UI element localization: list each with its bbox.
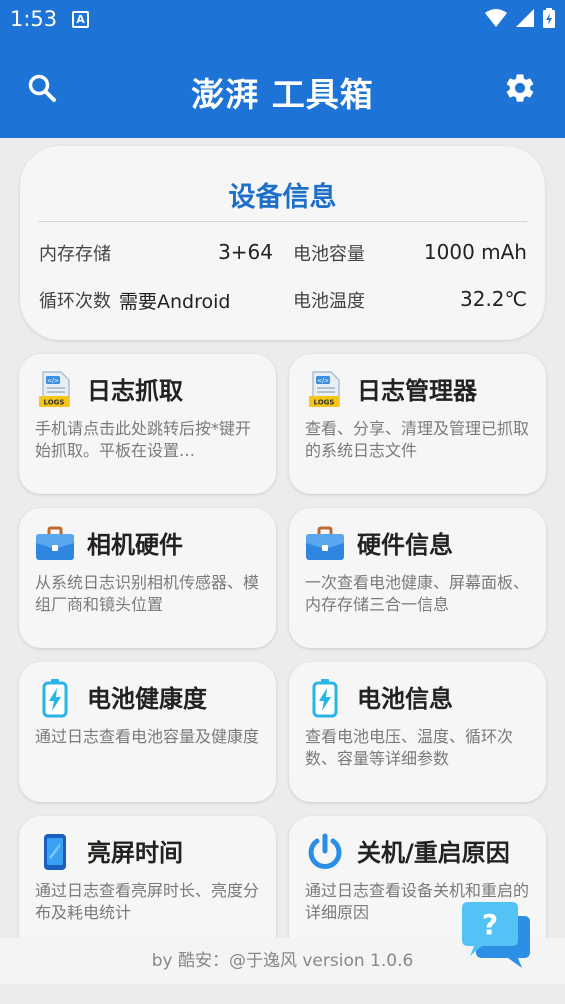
gear-icon <box>506 74 534 102</box>
briefcase-icon <box>35 524 75 564</box>
notification-icon: A <box>72 11 89 28</box>
briefcase-icon <box>305 524 345 564</box>
tile-title: 电池健康度 <box>87 685 207 713</box>
svg-text:</>: </> <box>47 378 59 385</box>
battery-charging-icon <box>305 678 345 718</box>
tile-description: 通过日志查看亮屏时长、亮度分布及耗电统计 <box>35 881 260 922</box>
logs-file-icon: </> LOGS <box>35 370 75 410</box>
tile-title: 电池信息 <box>357 685 453 713</box>
signal-icon <box>516 9 534 27</box>
phone-screen-icon <box>35 832 75 872</box>
tile-description: 一次查看电池健康、屏幕面板、内存存储三合一信息 <box>305 573 530 614</box>
navigation-bar <box>0 984 565 1004</box>
wifi-icon <box>485 9 507 27</box>
device-info-row: 内存存储 3+64 电池容量 1000 mAh <box>39 240 527 270</box>
tile-battery-info[interactable]: 电池信息 查看电池电压、温度、循环次数、容量等详细参数 <box>289 662 546 802</box>
svg-text:</>: </> <box>317 378 329 385</box>
status-bar: 1:53 A <box>0 0 565 40</box>
memory-value: 3+64 <box>218 240 273 264</box>
tile-hardware-info[interactable]: 硬件信息 一次查看电池健康、屏幕面板、内存存储三合一信息 <box>289 508 546 648</box>
device-info-card: 设备信息 内存存储 3+64 电池容量 1000 mAh 循环次数 需要Andr… <box>20 146 545 340</box>
help-label: ? <box>482 908 498 941</box>
tile-description: 查看、分享、清理及管理已抓取的系统日志文件 <box>305 419 530 460</box>
tile-log-capture[interactable]: </> LOGS 日志抓取 手机请点击此处跳转后按*键开始抓取。平板在设置… <box>19 354 276 494</box>
battery-charging-icon <box>35 678 75 718</box>
battery-capacity-value: 1000 mAh <box>423 240 527 264</box>
battery-temp-label: 电池温度 <box>293 291 365 312</box>
app-bar: 澎湃 工具箱 <box>0 40 565 138</box>
battery-capacity-label: 电池容量 <box>293 244 365 265</box>
tile-screen-on-time[interactable]: 亮屏时间 通过日志查看亮屏时长、亮度分布及耗电统计 <box>19 816 276 956</box>
help-chat-icon: ? <box>462 902 530 968</box>
tile-log-manager[interactable]: </> LOGS 日志管理器 查看、分享、清理及管理已抓取的系统日志文件 <box>289 354 546 494</box>
tile-title: 关机/重启原因 <box>357 839 510 867</box>
tile-title: 日志抓取 <box>87 377 183 405</box>
cycle-count-value: 需要Android <box>119 291 231 313</box>
app-title: 澎湃 工具箱 <box>191 75 374 114</box>
cycle-count-label: 循环次数 <box>39 291 111 312</box>
tile-title: 硬件信息 <box>357 531 453 559</box>
tile-camera-hardware[interactable]: 相机硬件 从系统日志识别相机传感器、模组厂商和镜头位置 <box>19 508 276 648</box>
settings-button[interactable] <box>500 68 540 108</box>
status-time: 1:53 <box>10 7 58 31</box>
tile-description: 通过日志查看电池容量及健康度 <box>35 727 260 746</box>
tile-battery-health[interactable]: 电池健康度 通过日志查看电池容量及健康度 <box>19 662 276 802</box>
tile-title: 日志管理器 <box>357 377 477 405</box>
battery-temp-value: 32.2℃ <box>460 287 527 311</box>
svg-text:LOGS: LOGS <box>314 399 335 407</box>
device-info-title: 设备信息 <box>228 182 337 213</box>
divider <box>38 221 527 222</box>
device-info-row: 循环次数 需要Android 电池温度 32.2℃ <box>39 287 527 317</box>
battery-icon <box>543 8 555 28</box>
svg-text:LOGS: LOGS <box>44 399 65 407</box>
help-button[interactable]: ? <box>460 900 532 970</box>
logs-file-icon: </> LOGS <box>305 370 345 410</box>
tile-title: 亮屏时间 <box>87 839 183 867</box>
tile-description: 查看电池电压、温度、循环次数、容量等详细参数 <box>305 727 514 768</box>
tile-description: 从系统日志识别相机传感器、模组厂商和镜头位置 <box>35 573 260 614</box>
tile-description: 手机请点击此处跳转后按*键开始抓取。平板在设置… <box>35 419 252 460</box>
tile-title: 相机硬件 <box>87 531 183 559</box>
system-icons <box>485 8 555 28</box>
power-icon <box>305 832 345 872</box>
